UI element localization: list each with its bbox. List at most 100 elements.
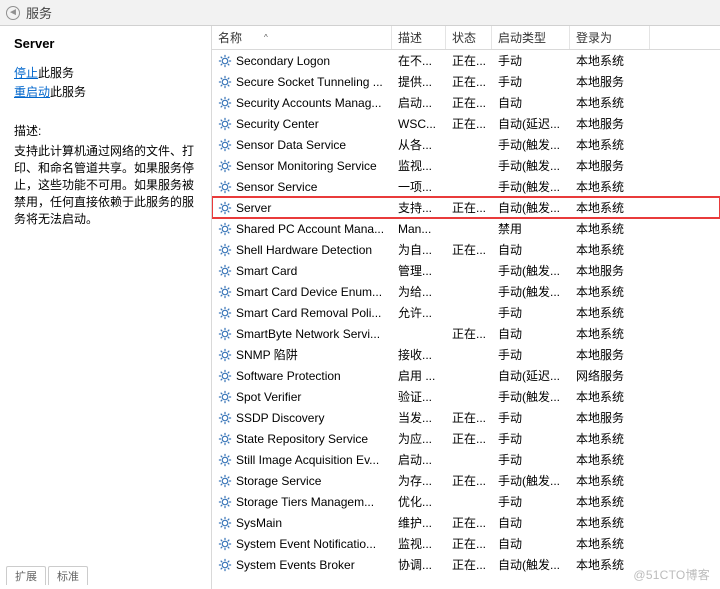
cell-logon: 本地服务	[570, 262, 650, 279]
table-row[interactable]: Secure Socket Tunneling ...提供...正在...手动本…	[212, 71, 720, 92]
restart-link[interactable]: 重启动	[14, 85, 50, 99]
cell-logon: 本地系统	[570, 514, 650, 531]
tab-standard[interactable]: 标准	[48, 566, 88, 585]
cell-logon: 本地系统	[570, 304, 650, 321]
cell-logon: 本地系统	[570, 556, 650, 573]
service-gear-icon	[218, 264, 232, 278]
service-name-text: State Repository Service	[236, 432, 368, 446]
right-panel: 名称^ 描述 状态 启动类型 登录为 Secondary Logon在不...正…	[212, 26, 720, 589]
service-gear-icon	[218, 432, 232, 446]
cell-name: Smart Card	[212, 264, 392, 278]
cell-desc: Man...	[392, 222, 446, 236]
cell-name: Security Center	[212, 117, 392, 131]
service-gear-icon	[218, 117, 232, 131]
table-row[interactable]: Sensor Service一项...手动(触发...本地系统	[212, 176, 720, 197]
table-row[interactable]: Storage Tiers Managem...优化...手动本地系统	[212, 491, 720, 512]
service-gear-icon	[218, 180, 232, 194]
table-row[interactable]: System Event Notificatio...监视...正在...自动本…	[212, 533, 720, 554]
tab-extended[interactable]: 扩展	[6, 566, 46, 585]
service-name-text: Security Accounts Manag...	[236, 96, 381, 110]
table-row[interactable]: Security Accounts Manag...启动...正在...自动本地…	[212, 92, 720, 113]
service-list[interactable]: Secondary Logon在不...正在...手动本地系统 Secure So…	[212, 50, 720, 589]
col-header-state[interactable]: 状态	[446, 26, 492, 49]
cell-state: 正在...	[446, 430, 492, 447]
service-gear-icon	[218, 474, 232, 488]
service-gear-icon	[218, 348, 232, 362]
cell-state: 正在...	[446, 514, 492, 531]
table-row[interactable]: Software Protection启用 ...自动(延迟...网络服务	[212, 365, 720, 386]
cell-logon: 本地系统	[570, 220, 650, 237]
table-row[interactable]: Shell Hardware Detection为自...正在...自动本地系统	[212, 239, 720, 260]
cell-startup: 手动	[492, 451, 570, 468]
table-row[interactable]: Smart Card Device Enum...为给...手动(触发...本地…	[212, 281, 720, 302]
cell-startup: 自动(延迟...	[492, 115, 570, 132]
table-row[interactable]: Shared PC Account Mana...Man...禁用本地系统	[212, 218, 720, 239]
service-name-text: Software Protection	[236, 369, 341, 383]
table-row[interactable]: Sensor Monitoring Service监视...手动(触发...本地…	[212, 155, 720, 176]
cell-desc: 优化...	[392, 493, 446, 510]
col-header-name[interactable]: 名称^	[212, 26, 392, 49]
cell-logon: 本地系统	[570, 472, 650, 489]
table-row[interactable]: SNMP 陷阱接收...手动本地服务	[212, 344, 720, 365]
table-row[interactable]: Still Image Acquisition Ev...启动...手动本地系统	[212, 449, 720, 470]
cell-logon: 本地系统	[570, 52, 650, 69]
cell-state: 正在...	[446, 472, 492, 489]
cell-logon: 本地系统	[570, 136, 650, 153]
cell-startup: 手动(触发...	[492, 178, 570, 195]
service-name-text: Secure Socket Tunneling ...	[236, 75, 383, 89]
back-icon[interactable]: ◄	[6, 6, 20, 20]
stop-link[interactable]: 停止	[14, 66, 38, 80]
table-row[interactable]: Smart Card Removal Poli...允许...手动本地系统	[212, 302, 720, 323]
cell-name: System Events Broker	[212, 558, 392, 572]
cell-desc: 提供...	[392, 73, 446, 90]
cell-name: State Repository Service	[212, 432, 392, 446]
list-header: 名称^ 描述 状态 启动类型 登录为	[212, 26, 720, 50]
cell-logon: 本地系统	[570, 535, 650, 552]
cell-startup: 自动(延迟...	[492, 367, 570, 384]
table-row[interactable]: Smart Card管理...手动(触发...本地服务	[212, 260, 720, 281]
cell-desc: 启动...	[392, 451, 446, 468]
col-header-desc[interactable]: 描述	[392, 26, 446, 49]
cell-desc: 接收...	[392, 346, 446, 363]
description-text: 支持此计算机通过网络的文件、打印、和命名管道共享。如果服务停止，这些功能不可用。…	[14, 143, 197, 228]
table-row[interactable]: SSDP Discovery当发...正在...手动本地服务	[212, 407, 720, 428]
table-row[interactable]: Secondary Logon在不...正在...手动本地系统	[212, 50, 720, 71]
service-name-text: System Event Notificatio...	[236, 537, 376, 551]
service-gear-icon	[218, 495, 232, 509]
cell-desc: 启用 ...	[392, 367, 446, 384]
table-row[interactable]: Sensor Data Service从各...手动(触发...本地系统	[212, 134, 720, 155]
cell-state: 正在...	[446, 556, 492, 573]
cell-desc: 协调...	[392, 556, 446, 573]
service-name-text: Sensor Service	[236, 180, 317, 194]
left-panel: Server 停止此服务 重启动此服务 描述: 支持此计算机通过网络的文件、打印…	[0, 26, 212, 589]
cell-logon: 本地系统	[570, 178, 650, 195]
service-name-text: Storage Service	[236, 474, 321, 488]
stop-service-row: 停止此服务	[14, 65, 197, 81]
table-row[interactable]: State Repository Service为应...正在...手动本地系统	[212, 428, 720, 449]
cell-state: 正在...	[446, 52, 492, 69]
cell-logon: 本地服务	[570, 115, 650, 132]
table-row[interactable]: Server支持...正在...自动(触发...本地系统	[212, 197, 720, 218]
cell-state: 正在...	[446, 241, 492, 258]
col-header-startup[interactable]: 启动类型	[492, 26, 570, 49]
table-row[interactable]: System Events Broker协调...正在...自动(触发...本地…	[212, 554, 720, 575]
cell-name: Smart Card Device Enum...	[212, 285, 392, 299]
table-row[interactable]: SmartByte Network Servi...正在...自动本地系统	[212, 323, 720, 344]
restart-after-text: 此服务	[50, 85, 86, 99]
cell-name: Secondary Logon	[212, 54, 392, 68]
cell-startup: 手动	[492, 493, 570, 510]
cell-name: SmartByte Network Servi...	[212, 327, 392, 341]
cell-startup: 手动	[492, 409, 570, 426]
cell-logon: 本地服务	[570, 73, 650, 90]
table-row[interactable]: SysMain维护...正在...自动本地系统	[212, 512, 720, 533]
cell-startup: 自动	[492, 535, 570, 552]
window-title: 服务	[26, 3, 52, 22]
cell-startup: 手动(触发...	[492, 157, 570, 174]
cell-startup: 手动	[492, 304, 570, 321]
cell-state: 正在...	[446, 325, 492, 342]
col-header-logon[interactable]: 登录为	[570, 26, 650, 49]
table-row[interactable]: Storage Service为存...正在...手动(触发...本地系统	[212, 470, 720, 491]
table-row[interactable]: Security CenterWSC...正在...自动(延迟...本地服务	[212, 113, 720, 134]
table-row[interactable]: Spot Verifier验证...手动(触发...本地系统	[212, 386, 720, 407]
cell-name: Shared PC Account Mana...	[212, 222, 392, 236]
